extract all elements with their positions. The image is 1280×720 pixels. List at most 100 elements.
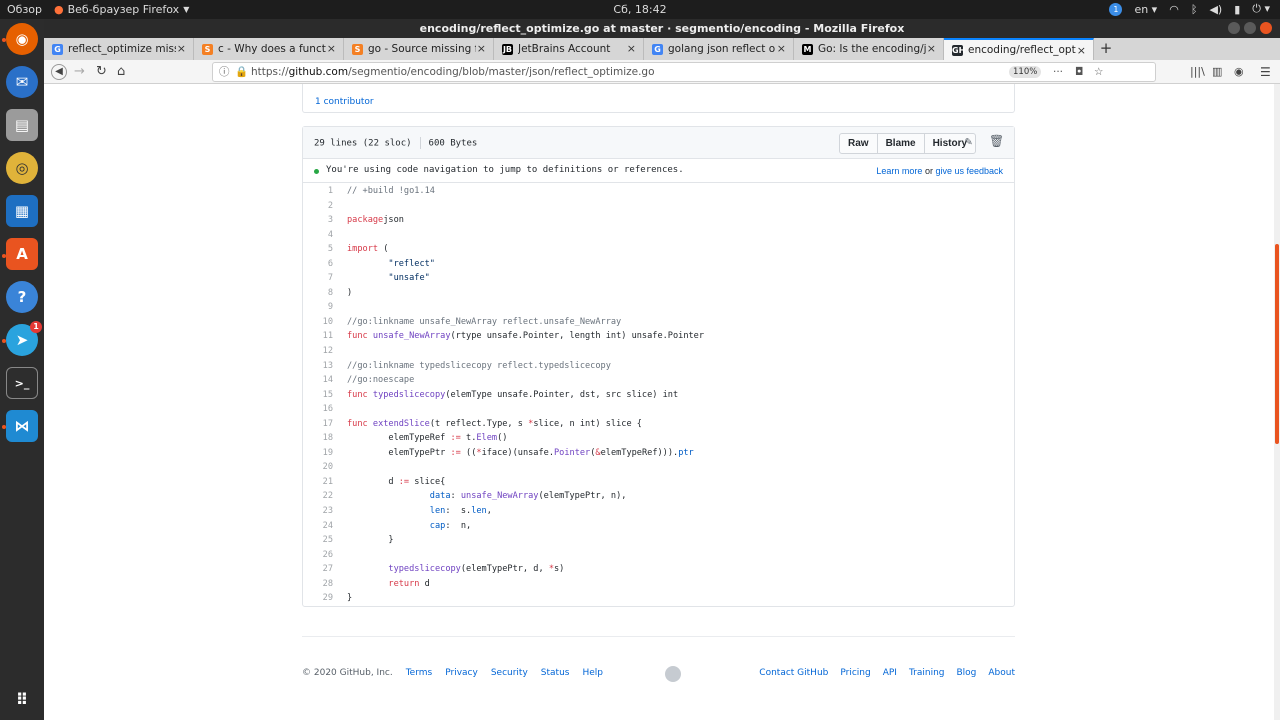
- terminal-launcher-icon[interactable]: >_: [6, 367, 38, 399]
- line-number[interactable]: 15: [303, 388, 333, 403]
- power-icon[interactable]: ⏻ ▾: [1252, 2, 1270, 16]
- back-button[interactable]: ◀: [51, 64, 67, 80]
- thunderbird-launcher-icon[interactable]: ✉: [6, 66, 38, 98]
- volume-icon[interactable]: ◀): [1209, 3, 1222, 16]
- line-number[interactable]: 24: [303, 519, 333, 534]
- blame-button[interactable]: Blame: [878, 134, 925, 153]
- page-scrollbar[interactable]: [1274, 84, 1280, 720]
- url-bar[interactable]: ⓘ 🔒 https://github.com/segmentio/encodin…: [212, 62, 1156, 82]
- line-number[interactable]: 2: [303, 199, 333, 214]
- line-number[interactable]: 3: [303, 213, 333, 228]
- feedback-link[interactable]: give us feedback: [935, 166, 1003, 176]
- line-number[interactable]: 9: [303, 300, 333, 315]
- forward-button[interactable]: →: [74, 64, 85, 80]
- account-icon[interactable]: ◉: [1234, 64, 1244, 80]
- browser-tab[interactable]: Sc - Why does a function in×: [194, 38, 344, 60]
- line-number[interactable]: 1: [303, 184, 333, 199]
- line-number[interactable]: 21: [303, 475, 333, 490]
- line-number[interactable]: 20: [303, 460, 333, 475]
- footer-link[interactable]: Privacy: [445, 668, 478, 678]
- wifi-icon[interactable]: ◠: [1169, 3, 1179, 16]
- reload-button[interactable]: ↻: [96, 64, 107, 80]
- line-number[interactable]: 5: [303, 242, 333, 257]
- footer-link[interactable]: Help: [582, 668, 603, 678]
- activities-button[interactable]: Обзор: [7, 3, 42, 16]
- bookmark-star-icon[interactable]: ☆: [1094, 63, 1103, 81]
- footer-link[interactable]: API: [883, 668, 897, 678]
- line-number[interactable]: 4: [303, 228, 333, 243]
- browser-tab[interactable]: JB JetBrains Account ×: [494, 38, 644, 60]
- show-applications-icon[interactable]: ⠿: [6, 683, 38, 715]
- line-number[interactable]: 14: [303, 373, 333, 388]
- contributors-link[interactable]: 1 contributor: [315, 97, 374, 107]
- scrollbar-thumb[interactable]: [1275, 244, 1279, 444]
- line-number[interactable]: 26: [303, 548, 333, 563]
- menu-icon[interactable]: ☰: [1260, 64, 1271, 80]
- browser-tab[interactable]: Sgo - Source missing function×: [344, 38, 494, 60]
- line-number[interactable]: 11: [303, 329, 333, 344]
- pencil-icon[interactable]: ✎: [965, 134, 972, 148]
- tab-close-icon[interactable]: ×: [777, 42, 786, 55]
- browser-tab[interactable]: Greflect_optimize missing×: [44, 38, 194, 60]
- bluetooth-icon[interactable]: ᛒ: [1191, 3, 1198, 16]
- trash-icon[interactable]: 🗑: [989, 134, 1004, 148]
- vscode-launcher-icon[interactable]: ⋈: [6, 410, 38, 442]
- zoom-indicator[interactable]: 110%: [1009, 66, 1042, 78]
- tab-close-icon[interactable]: ×: [1077, 44, 1086, 57]
- line-number[interactable]: 16: [303, 402, 333, 417]
- tab-close-icon[interactable]: ×: [477, 42, 486, 55]
- tab-close-icon[interactable]: ×: [927, 42, 936, 55]
- line-number[interactable]: 22: [303, 489, 333, 504]
- rhythmbox-launcher-icon[interactable]: ◎: [6, 152, 38, 184]
- line-number[interactable]: 25: [303, 533, 333, 548]
- line-number[interactable]: 17: [303, 417, 333, 432]
- line-number[interactable]: 29: [303, 591, 333, 606]
- tab-close-icon[interactable]: ×: [627, 42, 636, 55]
- firefox-launcher-icon[interactable]: ◉: [6, 23, 38, 55]
- footer-link[interactable]: Terms: [406, 668, 433, 678]
- line-number[interactable]: 28: [303, 577, 333, 592]
- browser-tab[interactable]: Ggolang json reflect optimize×: [644, 38, 794, 60]
- footer-link[interactable]: Blog: [956, 668, 976, 678]
- software-launcher-icon[interactable]: A: [6, 238, 38, 270]
- files-launcher-icon[interactable]: ▤: [6, 109, 38, 141]
- tab-close-icon[interactable]: ×: [177, 42, 186, 55]
- line-number[interactable]: 27: [303, 562, 333, 577]
- footer-link[interactable]: Contact GitHub: [759, 668, 828, 678]
- line-number[interactable]: 7: [303, 271, 333, 286]
- home-button[interactable]: ⌂: [117, 64, 125, 80]
- pocket-icon[interactable]: ◘: [1075, 63, 1083, 81]
- window-maximize-button[interactable]: [1244, 22, 1256, 34]
- notification-badge[interactable]: 1: [1109, 2, 1123, 16]
- learn-more-link[interactable]: Learn more: [876, 166, 922, 176]
- footer-link[interactable]: Status: [541, 668, 570, 678]
- help-launcher-icon[interactable]: ?: [6, 281, 38, 313]
- language-indicator[interactable]: en ▾: [1134, 3, 1157, 16]
- page-actions-icon[interactable]: ···: [1053, 63, 1063, 81]
- footer-link[interactable]: About: [988, 668, 1015, 678]
- footer-link[interactable]: Security: [491, 668, 528, 678]
- tab-close-icon[interactable]: ×: [327, 42, 336, 55]
- library-icon[interactable]: |||\: [1190, 64, 1205, 80]
- line-number[interactable]: 10: [303, 315, 333, 330]
- github-logo-icon[interactable]: [665, 666, 681, 682]
- window-minimize-button[interactable]: [1228, 22, 1240, 34]
- window-close-button[interactable]: [1260, 22, 1272, 34]
- line-number[interactable]: 23: [303, 504, 333, 519]
- line-number[interactable]: 6: [303, 257, 333, 272]
- app-menu[interactable]: ● Веб-браузер Firefox ▼: [54, 3, 189, 16]
- line-number[interactable]: 13: [303, 359, 333, 374]
- clock[interactable]: Сб, 18:42: [600, 3, 680, 16]
- browser-tab[interactable]: M Go: Is the encoding/json×: [794, 38, 944, 60]
- raw-button[interactable]: Raw: [840, 134, 878, 153]
- footer-link[interactable]: Pricing: [840, 668, 870, 678]
- footer-link[interactable]: Training: [909, 668, 945, 678]
- writer-launcher-icon[interactable]: ▦: [6, 195, 38, 227]
- browser-tab[interactable]: GHencoding/reflect_optimize.go×: [944, 38, 1094, 60]
- battery-icon[interactable]: ▮: [1234, 3, 1240, 16]
- sidebar-icon[interactable]: ▥: [1212, 64, 1222, 80]
- line-number[interactable]: 12: [303, 344, 333, 359]
- line-number[interactable]: 18: [303, 431, 333, 446]
- line-number[interactable]: 8: [303, 286, 333, 301]
- line-number[interactable]: 19: [303, 446, 333, 461]
